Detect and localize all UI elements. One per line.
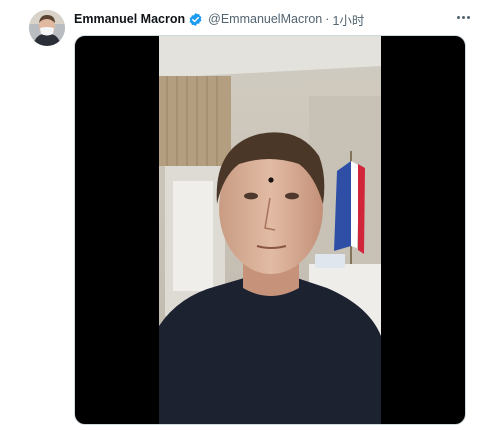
author-avatar[interactable]: [29, 10, 65, 46]
author-display-name[interactable]: Emmanuel Macron: [74, 12, 185, 26]
more-horizontal-icon: [456, 15, 460, 19]
verified-badge-icon: [188, 12, 203, 27]
tweet-card[interactable]: Emmanuel Macron @EmmanuelMacron · 1小时: [0, 0, 500, 430]
header-separator: ·: [325, 12, 330, 26]
more-options-button[interactable]: [452, 9, 474, 25]
avatar-image: [29, 10, 65, 46]
tweet-video[interactable]: [74, 35, 466, 425]
tweet-timestamp[interactable]: 1小时: [332, 10, 364, 29]
author-handle[interactable]: @EmmanuelMacron: [208, 12, 322, 26]
tweet-header: Emmanuel Macron @EmmanuelMacron · 1小时: [74, 10, 364, 28]
video-frame: [159, 36, 381, 424]
